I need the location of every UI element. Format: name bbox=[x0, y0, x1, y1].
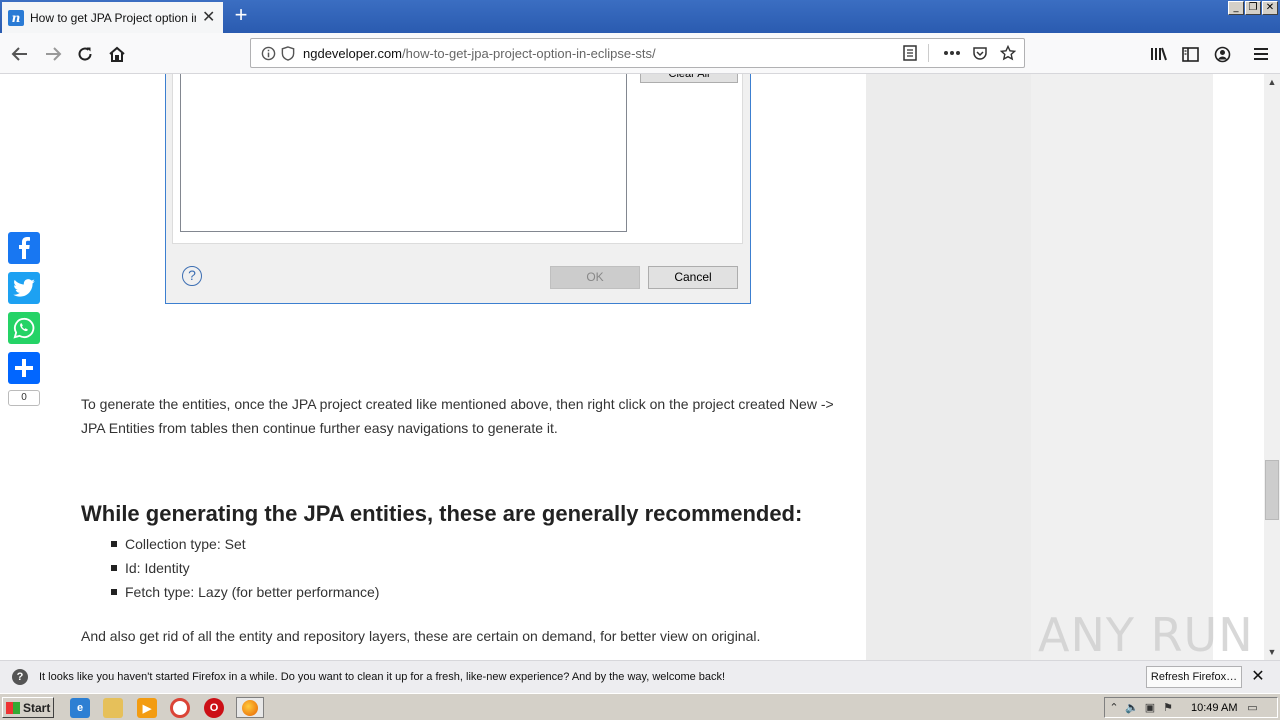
dialog-panel: Clear All bbox=[172, 74, 743, 244]
firefox-taskbar-button[interactable] bbox=[236, 697, 264, 718]
article-paragraph: To generate the entities, once the JPA p… bbox=[81, 396, 834, 436]
plus-icon bbox=[15, 359, 33, 377]
list-item: Fetch type: Lazy (for better performance… bbox=[111, 580, 841, 604]
whatsapp-share-button[interactable] bbox=[8, 312, 40, 344]
url-path: /how-to-get-jpa-project-option-in-eclips… bbox=[402, 45, 656, 61]
add-to-any-share-button[interactable] bbox=[8, 352, 40, 384]
new-tab-button[interactable]: + bbox=[230, 4, 252, 28]
right-sidebar-inner bbox=[1031, 74, 1213, 660]
minimize-window-button[interactable]: _ bbox=[1228, 1, 1244, 15]
tab-strip: n How to get JPA Project option in E ✕ +… bbox=[0, 0, 1280, 33]
more-actions-icon[interactable] bbox=[942, 42, 962, 64]
media-player-icon[interactable]: ▶ bbox=[137, 698, 157, 718]
hamburger-menu-icon bbox=[1254, 48, 1268, 60]
twitter-share-button[interactable] bbox=[8, 272, 40, 304]
reload-icon bbox=[78, 47, 92, 61]
reader-view-icon[interactable] bbox=[900, 42, 920, 64]
notification-message: It looks like you haven't started Firefo… bbox=[39, 671, 726, 683]
windows-flag-icon bbox=[6, 701, 20, 714]
right-sidebar bbox=[866, 74, 1213, 660]
back-arrow-icon bbox=[11, 47, 27, 61]
article-body: To generate the entities, once the JPA p… bbox=[81, 392, 841, 648]
ok-button: OK bbox=[550, 266, 640, 289]
scrollbar-thumb[interactable] bbox=[1265, 460, 1279, 520]
home-button[interactable] bbox=[104, 41, 130, 67]
scroll-up-arrow-icon[interactable]: ▲ bbox=[1264, 74, 1280, 90]
share-bar: 0 bbox=[8, 232, 40, 406]
scroll-down-arrow-icon[interactable]: ▼ bbox=[1264, 644, 1280, 660]
list-item: Collection type: Set bbox=[111, 532, 841, 556]
facebook-share-button[interactable] bbox=[8, 232, 40, 264]
cancel-button: Cancel bbox=[648, 266, 738, 289]
article-heading: While generating the JPA entities, these… bbox=[81, 501, 803, 526]
clear-all-button: Clear All bbox=[640, 74, 738, 83]
internet-explorer-icon[interactable]: e bbox=[70, 698, 90, 718]
navigation-toolbar: ngdeveloper.com/how-to-get-jpa-project-o… bbox=[0, 33, 1280, 74]
network-icon[interactable]: ▣ bbox=[1141, 701, 1159, 714]
url-text[interactable]: ngdeveloper.com/how-to-get-jpa-project-o… bbox=[303, 46, 656, 61]
notification-info-icon: ? bbox=[12, 669, 28, 685]
list-item: Id: Identity bbox=[111, 556, 841, 580]
account-icon bbox=[1214, 46, 1230, 62]
dialog-listbox bbox=[180, 74, 627, 232]
account-button[interactable] bbox=[1209, 41, 1235, 67]
start-button[interactable]: Start bbox=[2, 697, 54, 718]
recommendation-list: Collection type: Set Id: Identity Fetch … bbox=[111, 532, 841, 604]
restore-window-button[interactable]: ❐ bbox=[1245, 1, 1261, 15]
url-actions-divider bbox=[928, 44, 934, 62]
show-desktop-icon[interactable]: ▭ bbox=[1243, 701, 1261, 714]
share-count-badge: 0 bbox=[8, 390, 40, 406]
eclipse-dialog-screenshot: Clear All ? OK Cancel bbox=[165, 74, 751, 304]
action-center-flag-icon[interactable]: ⚑ bbox=[1159, 701, 1177, 714]
forward-arrow-icon bbox=[46, 47, 62, 61]
home-icon bbox=[109, 46, 125, 62]
url-domain: ngdeveloper.com bbox=[303, 45, 403, 61]
refresh-firefox-button[interactable]: Refresh Firefox… bbox=[1146, 666, 1242, 688]
tray-expand-icon[interactable]: ⌃ bbox=[1105, 701, 1123, 714]
anyrun-watermark: ANY RUN bbox=[1038, 608, 1254, 662]
opera-icon[interactable]: O bbox=[204, 698, 224, 718]
firefox-icon bbox=[242, 699, 258, 716]
volume-icon[interactable]: 🔈 bbox=[1123, 701, 1141, 714]
whatsapp-icon bbox=[13, 317, 35, 339]
notification-close-icon[interactable]: ✕ bbox=[1250, 666, 1266, 688]
reload-button[interactable] bbox=[72, 41, 98, 67]
tab-title: How to get JPA Project option in E bbox=[30, 10, 196, 25]
url-bar[interactable]: ngdeveloper.com/how-to-get-jpa-project-o… bbox=[250, 38, 1025, 68]
start-label: Start bbox=[23, 700, 51, 715]
site-favicon-icon: n bbox=[8, 9, 24, 26]
chrome-icon[interactable] bbox=[170, 698, 190, 718]
notification-bar: ? It looks like you haven't started Fire… bbox=[0, 660, 1280, 693]
tab-close-icon[interactable]: ✕ bbox=[202, 9, 215, 26]
close-window-button[interactable]: ✕ bbox=[1262, 1, 1278, 15]
windows-taskbar: Start e ▶ O ⌃ 🔈 ▣ ⚑ 10:49 AM ▭ bbox=[0, 693, 1280, 720]
forward-button[interactable] bbox=[40, 41, 66, 67]
sidebar-button[interactable] bbox=[1177, 41, 1203, 67]
tab-active[interactable]: n How to get JPA Project option in E ✕ bbox=[2, 2, 223, 33]
article-paragraph-cut: And also get rid of all the entity and r… bbox=[81, 628, 761, 644]
system-tray: ⌃ 🔈 ▣ ⚑ 10:49 AM ▭ bbox=[1104, 697, 1278, 718]
back-button[interactable] bbox=[7, 41, 33, 67]
twitter-icon bbox=[13, 279, 35, 297]
library-button[interactable] bbox=[1146, 41, 1172, 67]
folder-icon[interactable] bbox=[103, 698, 123, 718]
library-icon bbox=[1151, 47, 1167, 61]
help-icon: ? bbox=[182, 266, 202, 286]
page-scrollbar[interactable]: ▲ ▼ bbox=[1264, 74, 1280, 660]
menu-button[interactable] bbox=[1248, 41, 1274, 67]
sidebar-icon bbox=[1181, 46, 1199, 62]
page-content: Clear All ? OK Cancel 0 To generate the … bbox=[0, 74, 1264, 660]
info-icon[interactable] bbox=[259, 44, 277, 62]
bookmark-star-icon[interactable] bbox=[998, 42, 1018, 64]
facebook-icon bbox=[19, 237, 30, 259]
pocket-icon[interactable] bbox=[970, 42, 990, 64]
tracking-shield-icon[interactable] bbox=[279, 44, 297, 62]
taskbar-clock: 10:49 AM bbox=[1191, 701, 1238, 714]
